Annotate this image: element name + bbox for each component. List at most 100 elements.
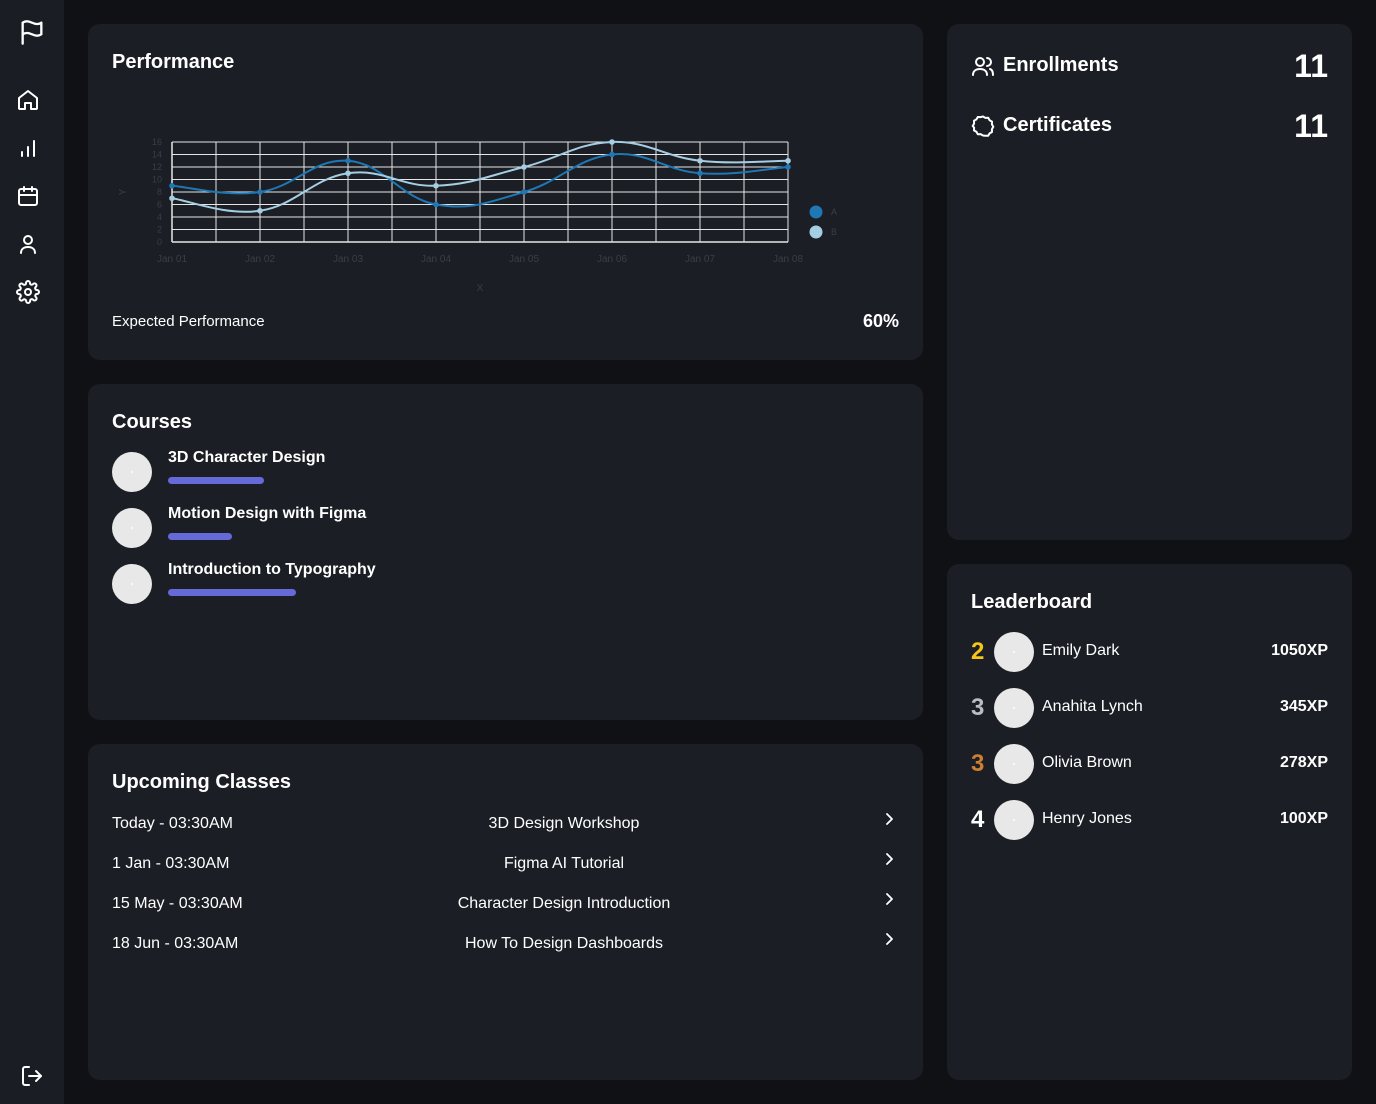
x-axis-label: X xyxy=(477,283,484,294)
series-a-point xyxy=(609,151,615,158)
expected-performance-label: Expected Performance xyxy=(112,313,265,330)
leaderboard-rank: 4 xyxy=(971,806,985,833)
courses-card: Courses 3D Character Design Motion Desig… xyxy=(88,384,923,720)
y-tick-label: 12 xyxy=(152,162,162,172)
x-tick-label: Jan 07 xyxy=(685,254,715,265)
leaderboard-title: Leaderboard xyxy=(971,591,1093,613)
performance-card: Performance 0 2 4 6 8 10 12 14 16 Jan 01 Jan 02 Jan… xyxy=(88,24,923,360)
enrollments-value: 11 xyxy=(1294,48,1328,84)
class-row[interactable]: 1 Jan - 03:30AM Figma AI Tutorial xyxy=(112,853,899,879)
leaderboard-xp: 100XP xyxy=(1279,810,1328,827)
bar-chart-icon[interactable] xyxy=(16,136,40,160)
home-icon[interactable] xyxy=(16,88,40,112)
series-b-point xyxy=(609,139,615,145)
certificates-stat: Certificates 11 xyxy=(971,108,1328,144)
series-a-point xyxy=(345,157,351,164)
class-name: Character Design Introduction xyxy=(457,895,671,912)
y-tick-label: 4 xyxy=(157,212,162,222)
course-name: Motion Design with Figma xyxy=(168,505,367,522)
legend-marker xyxy=(809,225,823,239)
chevron-right-icon[interactable] xyxy=(879,809,899,829)
chevron-right-icon[interactable] xyxy=(879,889,899,909)
class-date: 15 May - 03:30AM xyxy=(112,895,243,912)
series-a-point xyxy=(521,189,527,195)
leaderboard-row[interactable]: 4 Henry Jones 100XP xyxy=(971,800,1328,840)
class-name: How To Design Dashboards xyxy=(464,935,664,952)
legend-marker xyxy=(809,205,823,219)
gear-icon[interactable] xyxy=(16,280,40,304)
upcoming-classes-card: Upcoming Classes Today - 03:30AM 3D Desi… xyxy=(88,744,923,1080)
calendar-icon[interactable] xyxy=(16,184,40,208)
avatar xyxy=(994,632,1034,672)
x-tick-label: Jan 04 xyxy=(421,254,451,265)
series-a-point xyxy=(257,189,263,195)
flag-icon[interactable] xyxy=(18,18,46,46)
class-name: Figma AI Tutorial xyxy=(503,855,625,872)
x-tick-label: Jan 05 xyxy=(509,254,539,265)
class-date: Today - 03:30AM xyxy=(112,815,233,832)
leaderboard-card: Leaderboard 2 Emily Dark 1050XP 3 Anahit… xyxy=(947,564,1352,1080)
chevron-right-icon[interactable] xyxy=(879,849,899,869)
chevron-right-icon[interactable] xyxy=(879,929,899,949)
leaderboard-name: Henry Jones xyxy=(1042,810,1132,827)
stats-card: Enrollments 11 Certificates 11 xyxy=(947,24,1352,540)
course-thumbnail xyxy=(112,508,152,548)
class-name: 3D Design Workshop xyxy=(488,815,640,832)
leaderboard-row[interactable]: 2 Emily Dark 1050XP xyxy=(971,632,1328,672)
logout-icon[interactable] xyxy=(20,1064,44,1088)
series-b-point xyxy=(785,157,791,164)
x-tick-label: Jan 03 xyxy=(333,254,363,265)
users-icon xyxy=(971,54,995,78)
course-name: 3D Character Design xyxy=(168,449,326,466)
course-progress-bar xyxy=(168,533,232,540)
course-item[interactable]: 3D Character Design xyxy=(112,449,612,492)
series-a-point xyxy=(433,201,439,208)
course-progress-bar xyxy=(168,589,296,596)
course-item[interactable]: Motion Design with Figma xyxy=(112,505,612,548)
class-row[interactable]: Today - 03:30AM 3D Design Workshop xyxy=(112,813,899,839)
x-tick-label: Jan 08 xyxy=(773,254,803,265)
leaderboard-row[interactable]: 3 Anahita Lynch 345XP xyxy=(971,688,1328,728)
leaderboard-xp: 278XP xyxy=(1279,754,1328,771)
y-tick-label: 6 xyxy=(157,200,162,210)
x-tick-label: Jan 02 xyxy=(245,254,275,265)
y-tick-label: 2 xyxy=(157,225,162,235)
leaderboard-row[interactable]: 3 Olivia Brown 278XP xyxy=(971,744,1328,784)
leaderboard-xp: 345XP xyxy=(1279,698,1328,715)
leaderboard-name: Emily Dark xyxy=(1042,642,1120,659)
series-b-point xyxy=(433,182,439,189)
performance-title: Performance xyxy=(112,51,235,73)
leaderboard-xp: 1050XP xyxy=(1271,642,1328,659)
x-tick-label: Jan 01 xyxy=(157,254,187,265)
enrollments-label: Enrollments xyxy=(1003,54,1119,76)
leaderboard-name: Anahita Lynch xyxy=(1042,698,1143,715)
series-a-point xyxy=(169,182,175,189)
course-name: Introduction to Typography xyxy=(168,561,376,578)
course-thumbnail xyxy=(112,564,152,604)
y-tick-label: 0 xyxy=(157,237,162,247)
class-row[interactable]: 15 May - 03:30AM Character Design Introd… xyxy=(112,893,899,919)
upcoming-classes-title: Upcoming Classes xyxy=(112,771,291,793)
user-icon[interactable] xyxy=(16,232,40,256)
course-progress-bar xyxy=(168,477,264,484)
class-date: 18 Jun - 03:30AM xyxy=(112,935,239,952)
y-tick-label: 8 xyxy=(157,187,162,197)
sidebar xyxy=(0,0,64,1104)
legend-label: A xyxy=(831,207,837,217)
y-tick-label: 10 xyxy=(152,175,162,185)
performance-chart: 0 2 4 6 8 10 12 14 16 Jan 01 Jan 02 Jan 03 Jan 04 Jan… xyxy=(118,137,837,294)
series-b-point xyxy=(257,207,263,214)
series-a-point xyxy=(785,164,791,170)
series-b-point xyxy=(345,170,351,177)
series-b-point xyxy=(697,157,703,164)
leaderboard-rank: 2 xyxy=(971,638,985,665)
courses-title: Courses xyxy=(112,411,193,433)
y-axis-label: Y xyxy=(118,188,129,195)
avatar xyxy=(994,688,1034,728)
certificates-value: 11 xyxy=(1294,108,1328,144)
course-item[interactable]: Introduction to Typography xyxy=(112,561,612,604)
certificates-label: Certificates xyxy=(1003,114,1112,136)
class-date: 1 Jan - 03:30AM xyxy=(112,855,230,872)
x-tick-label: Jan 06 xyxy=(597,254,627,265)
class-row[interactable]: 18 Jun - 03:30AM How To Design Dashboard… xyxy=(112,933,899,959)
